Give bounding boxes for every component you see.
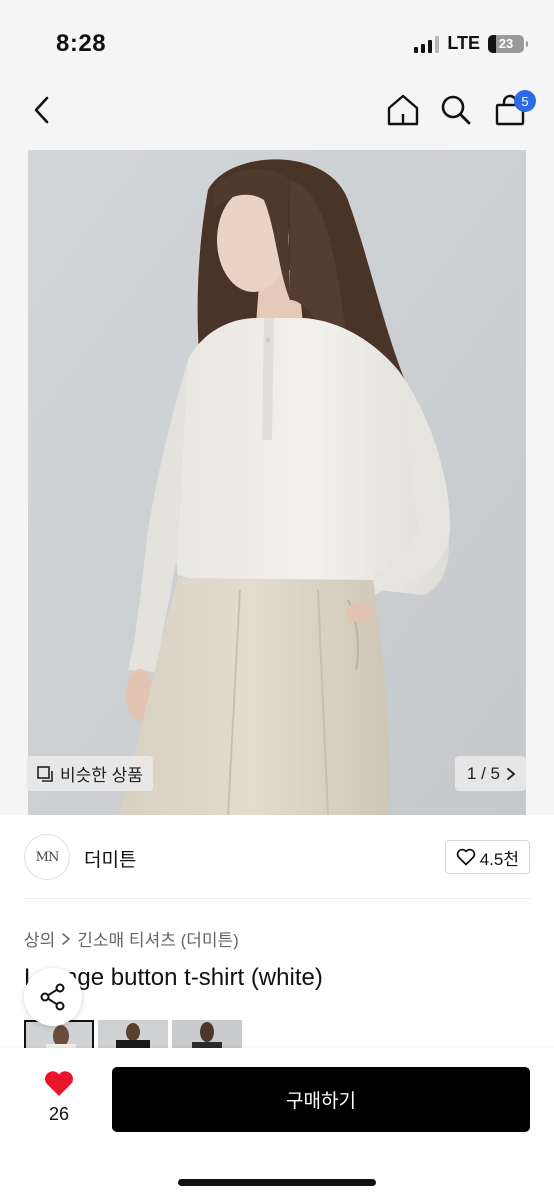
model-photo xyxy=(28,150,526,815)
home-indicator xyxy=(178,1179,376,1186)
battery-level: 23 xyxy=(498,36,514,51)
similar-items-button[interactable]: 비슷한 상품 xyxy=(26,756,153,791)
heart-filled-icon xyxy=(45,1071,73,1096)
seller-logo[interactable]: MN xyxy=(24,834,70,880)
like-count: 26 xyxy=(48,1104,70,1124)
network-label: LTE xyxy=(447,33,480,53)
similar-items-label: 비슷한 상품 xyxy=(60,766,143,785)
back-button[interactable] xyxy=(20,88,64,132)
battery-fill xyxy=(488,34,497,53)
seller-like-button[interactable]: 4.5천 xyxy=(444,840,530,874)
status-indicators: LTE 23 xyxy=(414,33,528,54)
bottom-action-bar: 26 구매하기 xyxy=(0,1048,554,1200)
home-button[interactable] xyxy=(381,88,425,132)
seller-row: MN 더미튼 4.5천 xyxy=(0,816,554,898)
share-button[interactable] xyxy=(24,968,82,1026)
breadcrumb: 상의 긴소매 티셔츠 (더미튼) xyxy=(24,926,239,951)
chevron-right-icon xyxy=(507,767,515,780)
seller-like-count: 4.5천 xyxy=(479,849,519,869)
breadcrumb-category[interactable]: 상의 xyxy=(24,926,55,951)
chevron-right-icon xyxy=(62,932,71,945)
breadcrumb-subcategory[interactable]: 긴소매 티셔츠 (더미튼) xyxy=(77,926,239,951)
home-icon xyxy=(387,94,419,126)
top-nav: 5 xyxy=(0,70,554,150)
buy-button[interactable]: 구매하기 xyxy=(112,1067,530,1132)
thumbnail-2[interactable] xyxy=(98,1020,168,1050)
battery-icon: 23 xyxy=(488,34,528,53)
search-icon xyxy=(441,95,471,125)
search-button[interactable] xyxy=(434,88,478,132)
cart-button[interactable]: 5 xyxy=(488,88,536,132)
chevron-left-icon xyxy=(34,96,49,124)
like-button[interactable]: 26 xyxy=(34,1070,84,1125)
seller-name[interactable]: 더미튼 xyxy=(84,845,136,872)
copy-icon xyxy=(37,765,53,782)
status-time: 8:28 xyxy=(56,30,107,57)
page-counter-text: 1 / 5 xyxy=(466,763,500,783)
product-gallery[interactable] xyxy=(0,150,554,815)
cart-count-badge: 5 xyxy=(514,90,536,112)
status-bar: 8:28 LTE 23 xyxy=(0,0,554,70)
signal-icon xyxy=(414,35,440,53)
gallery-page-counter[interactable]: 1 / 5 xyxy=(454,756,526,791)
heart-outline-icon xyxy=(456,848,475,866)
share-icon xyxy=(40,983,65,1011)
thumbnail-3[interactable] xyxy=(172,1020,242,1050)
product-image[interactable] xyxy=(28,150,526,815)
divider xyxy=(24,898,530,899)
